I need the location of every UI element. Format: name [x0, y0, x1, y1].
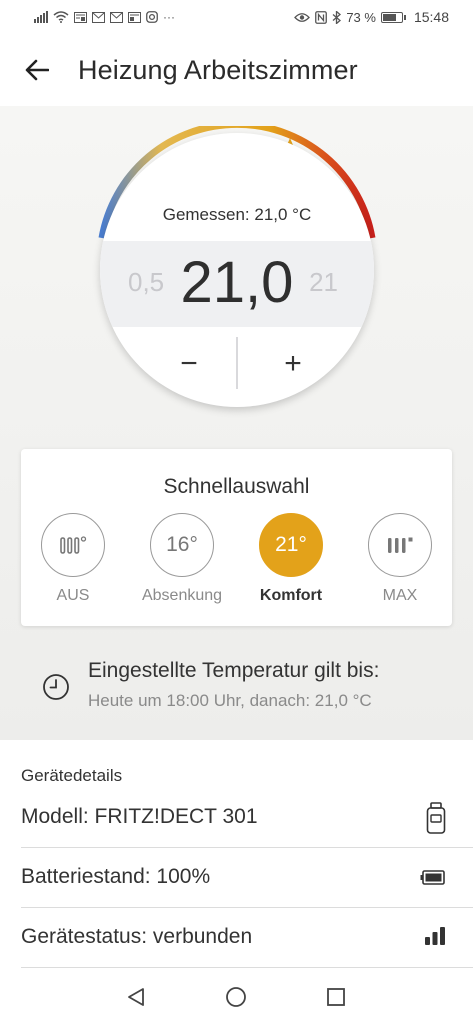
dial-face: Gemessen: 21,0 °C 0,5 21,0 21 − + — [100, 133, 374, 407]
quick-select-label: AUS — [56, 587, 90, 604]
quick-select-value: 21° — [259, 513, 323, 577]
quick-select-label: MAX — [382, 587, 418, 604]
device-icon — [426, 802, 446, 834]
quick-select-title: Schnellauswahl — [163, 475, 310, 498]
news-icon — [128, 11, 141, 23]
temperature-dial[interactable]: Gemessen: 21,0 °C 0,5 21,0 21 − + — [93, 126, 381, 414]
status-right: 73 % 15:48 — [294, 9, 449, 25]
quick-select-label: Komfort — [259, 587, 323, 604]
detail-text: Gerätestatus: verbunden — [21, 925, 253, 948]
clock-time: 15:48 — [413, 9, 449, 25]
app-header: Heizung Arbeitszimmer — [0, 34, 473, 106]
next-value[interactable]: 21 — [309, 267, 338, 298]
increase-button[interactable]: + — [270, 345, 316, 385]
eye-icon — [294, 12, 311, 22]
bluetooth-icon — [332, 10, 342, 24]
quick-select-card: Schnellauswahl AUS 16° Absenkung 21° Kom… — [21, 449, 452, 626]
quick-select-off[interactable]: AUS — [23, 511, 123, 611]
square-recents-icon — [327, 988, 345, 1006]
decrease-button[interactable]: − — [166, 345, 212, 385]
quick-select-max[interactable]: MAX — [350, 511, 450, 611]
quick-select-lowered[interactable]: 16° Absenkung — [132, 511, 232, 611]
system-navigation-bar — [0, 968, 473, 1024]
circle-home-icon — [226, 987, 246, 1007]
battery-icon — [420, 870, 445, 885]
battery-percent: 73 % — [346, 9, 376, 25]
quick-select-value: 16° — [150, 513, 214, 577]
signal-icon — [425, 927, 445, 945]
device-details-heading: Gerätedetails — [21, 766, 123, 785]
quick-select-label: Absenkung — [141, 587, 223, 604]
nav-home-button[interactable] — [221, 982, 251, 1012]
detail-row-battery: Batteriestand: 100% — [21, 848, 473, 908]
status-left: ··· — [34, 11, 175, 23]
radiator-max-icon — [368, 513, 432, 577]
quick-select-comfort[interactable]: 21° Komfort — [241, 511, 341, 611]
cell-signal-icon — [34, 11, 48, 23]
schedule-title: Eingestellte Temperatur gilt bis: — [88, 659, 380, 682]
detail-text: Modell: FRITZ!DECT 301 — [21, 805, 258, 828]
schedule-info: Eingestellte Temperatur gilt bis: Heute … — [0, 651, 473, 721]
battery-status-icon — [380, 11, 406, 23]
device-details: Gerätedetails Modell: FRITZ!DECT 301 Bat… — [0, 740, 473, 968]
nfc-icon — [315, 10, 328, 24]
schedule-subtitle: Heute um 18:00 Uhr, danach: 21,0 °C — [88, 691, 372, 710]
back-button[interactable] — [20, 53, 54, 87]
mail-icon — [110, 11, 123, 23]
mail-icon — [92, 11, 105, 23]
clock-icon — [43, 674, 69, 700]
wifi-icon — [53, 11, 69, 23]
temperature-controls: − + — [100, 335, 374, 395]
nav-back-button[interactable] — [121, 982, 151, 1012]
status-bar: ··· 73 % 15:48 — [0, 0, 473, 34]
measured-temperature: Gemessen: 21,0 °C — [162, 205, 312, 224]
nav-recents-button[interactable] — [321, 982, 351, 1012]
more-notifications-icon: ··· — [163, 10, 175, 24]
arrow-back-icon — [25, 59, 49, 81]
instagram-icon — [146, 11, 158, 23]
controls-divider — [236, 337, 238, 389]
detail-row-status: Gerätestatus: verbunden — [21, 908, 473, 968]
page-title: Heizung Arbeitszimmer — [78, 54, 358, 85]
radiator-off-icon — [41, 513, 105, 577]
temperature-picker[interactable]: 0,5 21,0 21 — [100, 241, 374, 327]
detail-text: Batteriestand: 100% — [21, 865, 211, 888]
triangle-back-icon — [128, 988, 144, 1006]
news-icon — [74, 11, 87, 23]
thermostat-panel: Gemessen: 21,0 °C 0,5 21,0 21 − + Schnel… — [0, 106, 473, 740]
detail-row-model: Modell: FRITZ!DECT 301 — [21, 788, 473, 848]
